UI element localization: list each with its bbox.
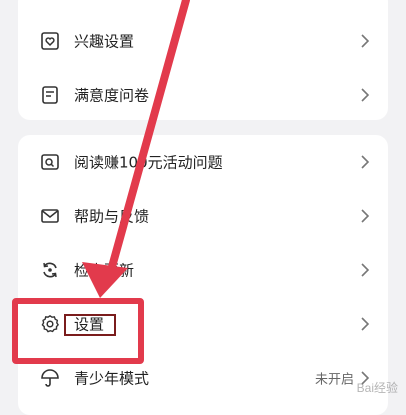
chevron-right-icon [361, 34, 370, 48]
menu-item-label: 设置 [74, 315, 105, 334]
menu-item-teen-mode[interactable]: 青少年模式 未开启 [18, 351, 388, 405]
document-icon [42, 86, 58, 104]
chevron-right-icon [361, 155, 370, 169]
teen-mode-status: 未开启 [314, 372, 354, 388]
refresh-icon [43, 262, 57, 278]
menu-item-label: 兴趣设置 [74, 32, 135, 51]
menu-item-label: 帮助与反馈 [74, 207, 150, 226]
chevron-right-icon [361, 263, 370, 277]
search-box-icon [41, 154, 59, 170]
menu-item-satisfaction-survey[interactable]: 满意度问卷 [18, 68, 388, 122]
heart-in-box-icon [41, 32, 59, 50]
gear-icon [41, 314, 59, 333]
chevron-right-icon [361, 317, 370, 331]
menu-item-help-feedback[interactable]: 帮助与反馈 [18, 189, 388, 243]
menu-item-check-update[interactable]: 检查更新 [18, 243, 388, 297]
menu-card-bottom: 阅读赚100元活动问题 帮助与反馈 检查更新 设置 青少年模式 未开启 [18, 135, 388, 415]
menu-item-label: 满意度问卷 [74, 86, 150, 105]
menu-item-label: 检查更新 [74, 261, 135, 280]
menu-item-label: 阅读赚100元活动问题 [74, 153, 223, 172]
menu-item-label: 青少年模式 [74, 369, 150, 388]
chevron-right-icon [361, 209, 370, 223]
menu-item-reading-reward-issues[interactable]: 阅读赚100元活动问题 [18, 135, 388, 189]
menu-card-top: 兴趣设置 满意度问卷 [18, 0, 388, 120]
menu-item-interest-settings[interactable]: 兴趣设置 [18, 14, 388, 68]
mail-icon [41, 209, 59, 223]
umbrella-icon [41, 369, 59, 387]
watermark: Bai经验 [356, 381, 398, 395]
chevron-right-icon [361, 88, 370, 102]
menu-item-settings[interactable]: 设置 [18, 297, 388, 351]
